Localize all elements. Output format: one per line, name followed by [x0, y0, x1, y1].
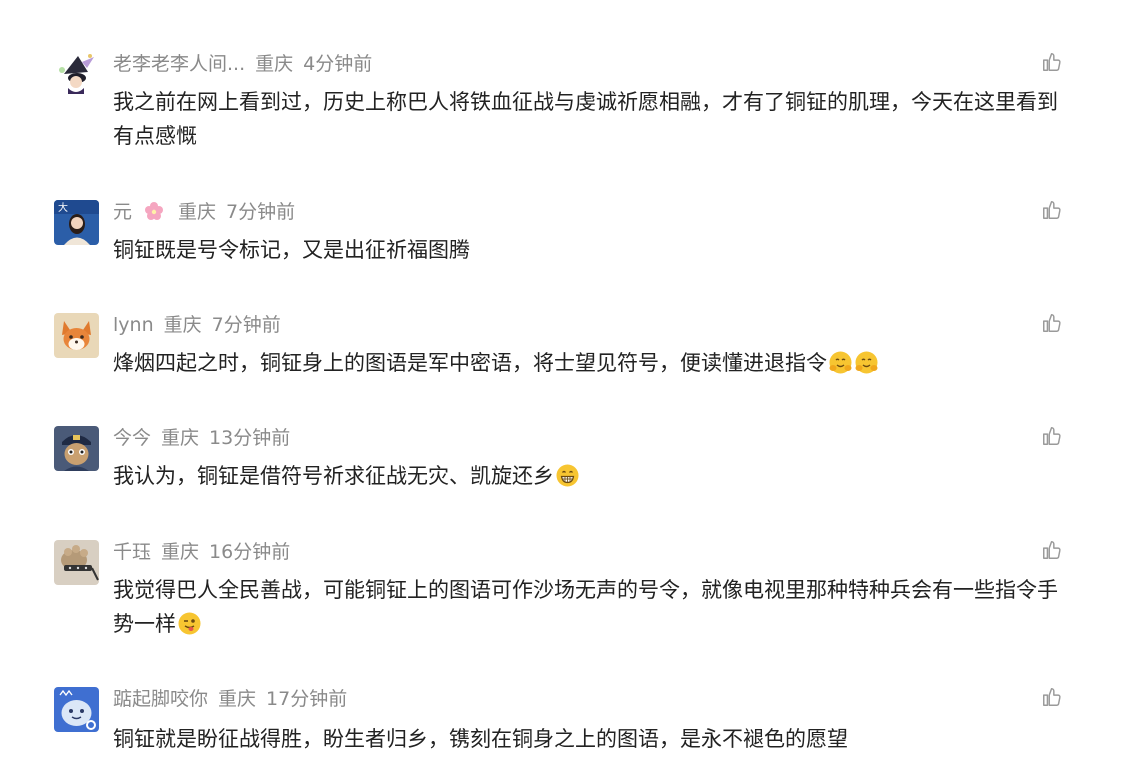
comment-text: 烽烟四起之时，铜钲身上的图语是军中密语，将士望见符号，便读懂进退指令 [113, 346, 1068, 380]
thumbs-up-icon[interactable] [1041, 312, 1063, 334]
comment-text: 铜钲就是盼征战得胜，盼生者归乡，镌刻在铜身之上的图语，是永不褪色的愿望 [113, 722, 1068, 756]
username[interactable]: 踮起脚咬你 [113, 688, 208, 710]
cat-paw-avatar-image [54, 540, 99, 585]
cherry-blossom-icon [144, 201, 164, 221]
fox-avatar-image [54, 313, 99, 358]
hugging-face-emoji [854, 350, 879, 375]
thumbs-up-icon[interactable] [1041, 686, 1063, 708]
thumbs-up-icon[interactable] [1041, 539, 1063, 561]
timestamp: 16分钟前 [209, 541, 291, 563]
comment-text: 我之前在网上看到过，历史上称巴人将铁血征战与虔诚祈愿相融，才有了铜钲的肌理，今天… [113, 85, 1068, 153]
wink-tongue-face-emoji [177, 611, 202, 636]
username[interactable]: 今今 [113, 427, 151, 449]
comment-text: 我觉得巴人全民善战，可能铜钲上的图语可作沙场无声的号令，就像电视里那种特种兵会有… [113, 573, 1068, 641]
police-cartoon-avatar-image [54, 426, 99, 471]
timestamp: 7分钟前 [211, 314, 281, 336]
comment-body: 铜钲既是号令标记，又是出征祈福图腾 [113, 238, 470, 262]
timestamp: 17分钟前 [266, 688, 348, 710]
timestamp: 7分钟前 [226, 201, 296, 223]
comment-meta: 踮起脚咬你 重庆 17分钟前 [113, 687, 357, 711]
comment-body: 我认为，铜钲是借符号祈求征战无灾、凯旋还乡 [113, 464, 554, 488]
news-anchor-avatar-image: 大 [54, 200, 99, 245]
avatar[interactable] [54, 52, 99, 97]
avatar[interactable] [54, 687, 99, 732]
thumbs-up-icon[interactable] [1041, 425, 1063, 447]
avatar[interactable] [54, 426, 99, 471]
thumbs-up-icon[interactable] [1041, 51, 1063, 73]
comment-body: 铜钲就是盼征战得胜，盼生者归乡，镌刻在铜身之上的图语，是永不褪色的愿望 [113, 727, 848, 751]
comment-meta: lynn 重庆 7分钟前 [113, 313, 291, 337]
hugging-face-emoji [828, 350, 853, 375]
username[interactable]: 元 [113, 201, 174, 223]
comment-meta: 元 重庆 7分钟前 [113, 200, 305, 224]
location: 重庆 [218, 688, 257, 710]
comment-text: 我认为，铜钲是借符号祈求征战无灾、凯旋还乡 [113, 459, 1068, 493]
thumbs-up-icon[interactable] [1041, 199, 1063, 221]
timestamp: 13分钟前 [209, 427, 291, 449]
location: 重庆 [255, 53, 294, 75]
grinning-face-emoji [555, 463, 580, 488]
avatar[interactable] [54, 540, 99, 585]
svg-text:大: 大 [58, 201, 68, 214]
timestamp: 4分钟前 [303, 53, 373, 75]
avatar[interactable] [54, 313, 99, 358]
location: 重庆 [178, 201, 217, 223]
username[interactable]: lynn [113, 314, 154, 336]
blue-cartoon-avatar-image [54, 687, 99, 732]
username-text: 元 [113, 201, 133, 223]
comment-meta: 老李老李人间... 重庆 4分钟前 [113, 52, 382, 76]
comment-body: 我觉得巴人全民善战，可能铜钲上的图语可作沙场无声的号令，就像电视里那种特种兵会有… [113, 578, 1058, 636]
comment-body: 烽烟四起之时，铜钲身上的图语是军中密语，将士望见符号，便读懂进退指令 [113, 351, 827, 375]
location: 重庆 [161, 541, 200, 563]
location: 重庆 [161, 427, 200, 449]
comment-meta: 千珏 重庆 16分钟前 [113, 540, 300, 564]
username[interactable]: 老李老李人间... [113, 53, 245, 75]
comment-meta: 今今 重庆 13分钟前 [113, 426, 300, 450]
username[interactable]: 千珏 [113, 541, 151, 563]
avatar[interactable]: 大 [54, 200, 99, 245]
comment-body: 我之前在网上看到过，历史上称巴人将铁血征战与虔诚祈愿相融，才有了铜钲的肌理，今天… [113, 90, 1058, 148]
comment-text: 铜钲既是号令标记，又是出征祈福图腾 [113, 233, 1068, 267]
witch-avatar-image [54, 52, 99, 97]
location: 重庆 [163, 314, 202, 336]
